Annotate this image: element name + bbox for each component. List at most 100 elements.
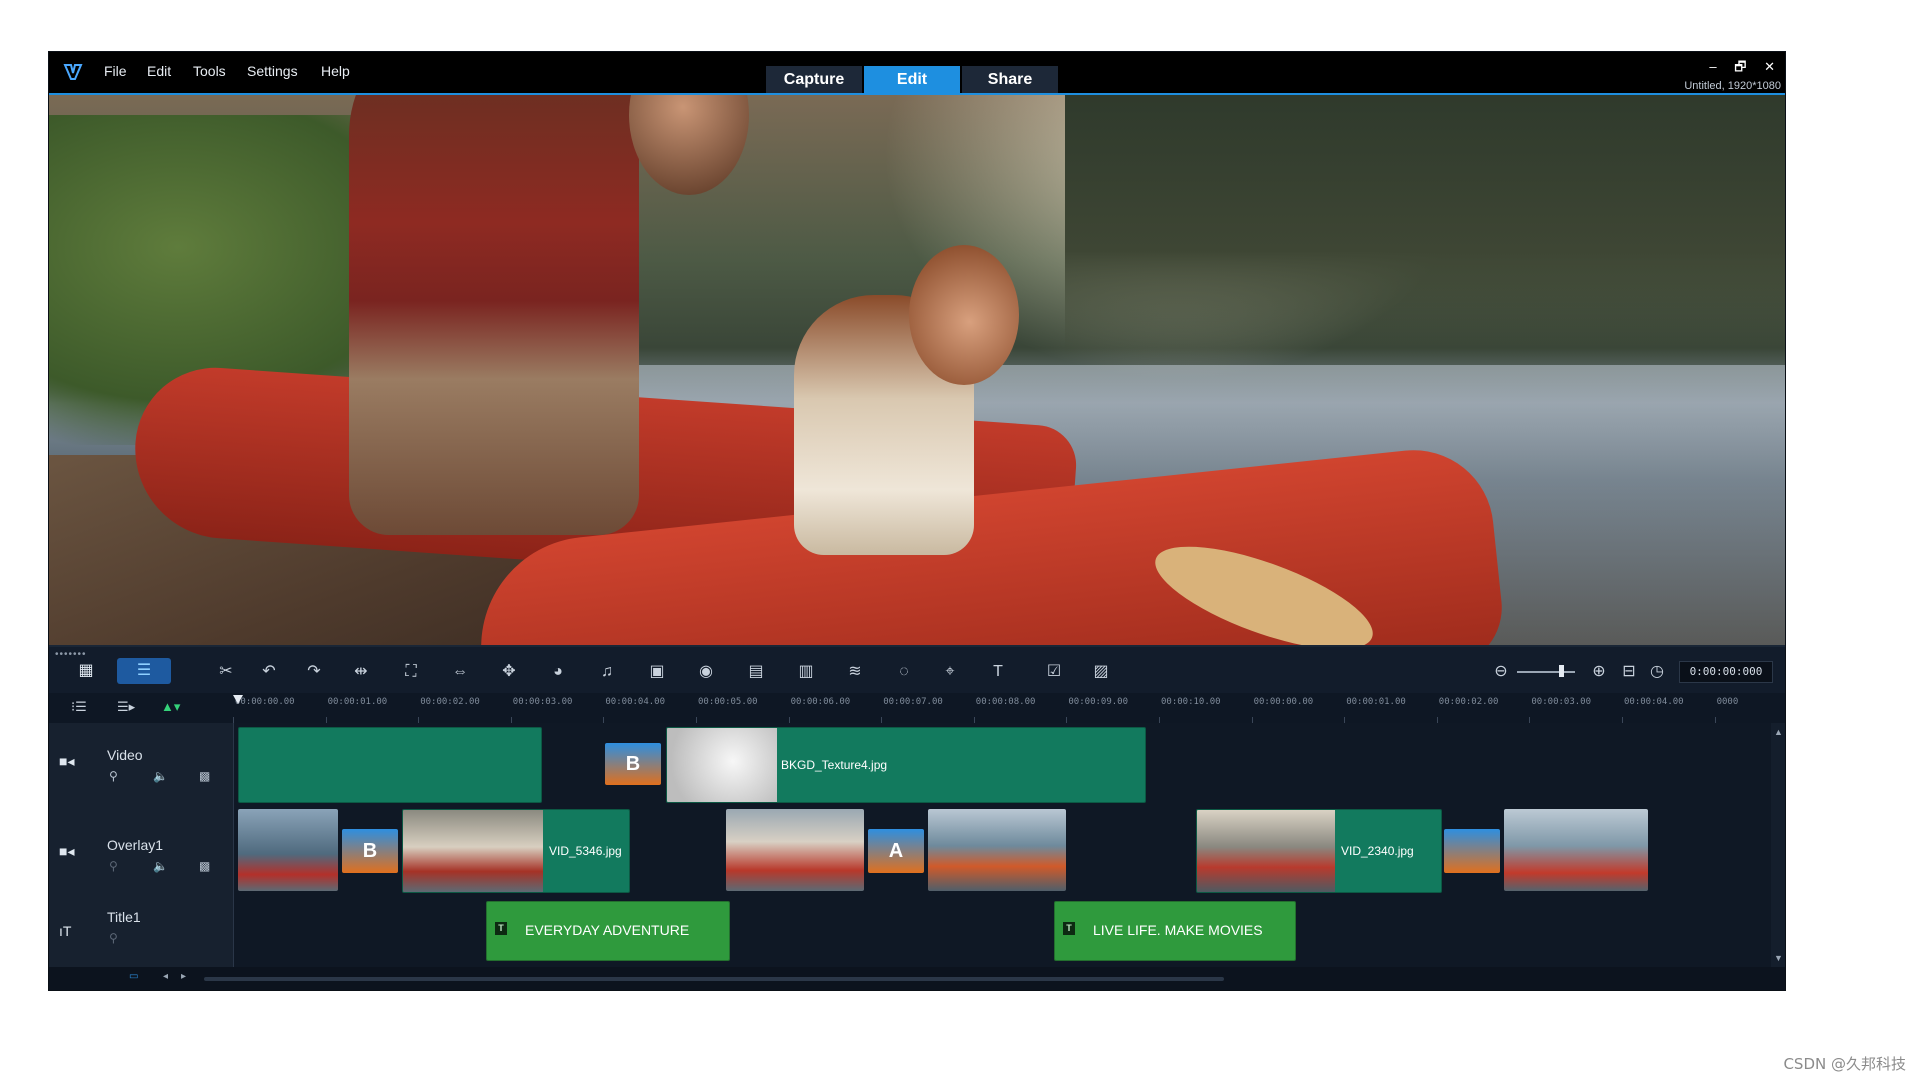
vid2340-thumbnail [1197,810,1335,892]
menu-tools[interactable]: Tools [193,63,226,79]
image-edit-icon[interactable]: ▨ [1089,661,1113,683]
menu-settings[interactable]: Settings [247,63,298,79]
timeline-view-button[interactable]: ☰ [117,658,171,684]
ripple-icon[interactable]: ▩ [199,859,210,873]
overlay-clip-vid2340[interactable]: VID_2340.jpg [1196,809,1442,893]
timecode-display[interactable]: 0:00:00:000 [1679,661,1773,683]
playhead[interactable] [233,695,243,704]
blend-icon[interactable]: ◉ [694,661,718,683]
video-clip-bkgd[interactable]: BKGD_Texture4.jpg [666,727,1146,803]
color-icon[interactable]: ◕ [546,661,570,683]
menu-file[interactable]: File [104,63,127,79]
ruler-tick-label: 00:00:04.00 [605,697,665,707]
minimize-icon[interactable]: – [1709,59,1716,74]
track-manager-icon[interactable]: ⁝☰ [71,699,87,715]
ruler-tick-label: 00:00:07.00 [883,697,943,707]
tab-share[interactable]: Share [962,66,1058,94]
overlay-clip-4[interactable] [1504,809,1648,891]
ruler-tick-label: 00:00:06.00 [790,697,851,707]
track-body-title[interactable]: T EVERYDAY ADVENTURE T LIVE LIFE. MAKE M… [234,897,1771,968]
horizontal-scrollbar[interactable] [204,977,1224,981]
overlay-clip-1[interactable] [238,809,338,891]
transition-orange[interactable] [1444,829,1500,873]
scroll-right-icon[interactable]: ▸ [181,971,186,982]
vertical-scrollbar[interactable]: ▲ ▼ [1771,723,1785,967]
link-icon[interactable]: ⚲ [109,931,118,945]
zoom-in-icon[interactable]: ⊕ [1587,661,1611,683]
overlay-camera-icon[interactable]: ■◂ [59,843,74,860]
ruler-tick-label: 00:00:00.00 [1253,697,1314,707]
track-body-video[interactable]: B BKGD_Texture4.jpg [234,723,1771,806]
title-tool-icon[interactable]: ▤ [744,661,768,683]
menu-help[interactable]: Help [321,63,350,79]
multicam-icon[interactable]: ▣ [645,661,669,683]
title-bar: File Edit Tools Settings Help Capture Ed… [49,52,1785,95]
zoom-fit-icon[interactable]: ▭ [129,971,138,982]
link-icon[interactable]: ⚲ [109,769,118,783]
overlay-clip-3[interactable] [928,809,1066,891]
audio-icon[interactable]: ♫ [595,661,619,683]
title-clip-everyday-adventure[interactable]: T EVERYDAY ADVENTURE [486,901,730,961]
track-name-overlay: Overlay1 [107,837,164,853]
ruler-tick-label: 00:00:01.00 [327,697,388,707]
volume-icon[interactable]: 🔈 [153,859,168,873]
timeline-bottom-bar: ▭ ◂ ▸ [49,967,1785,990]
overlay-clip-vid5346[interactable]: VID_5346.jpg [402,809,630,893]
preview-hill-right [1065,95,1785,355]
track-overlay: ■◂ Overlay1 ⚲ 🔈 ▩ B VID_5346.jpg A VID_2… [49,805,1771,898]
track-body-overlay[interactable]: B VID_5346.jpg A VID_2340.jpg [234,805,1771,898]
restore-icon[interactable]: 🗗 [1734,59,1746,74]
ruler-tick-label: 00:00:09.00 [1068,697,1128,707]
title-clip-live-life[interactable]: T LIVE LIFE. MAKE MOVIES [1054,901,1296,961]
ruler-tick-label: 00:00:04.00 [1624,697,1684,707]
crop-icon[interactable]: ⛶ [399,661,423,683]
overlay-clip-2[interactable] [726,809,864,891]
clip-label-bkgd: BKGD_Texture4.jpg [781,758,888,772]
title-track-icon[interactable]: ıT [59,923,71,939]
video-camera-icon[interactable]: ■◂ [59,753,74,770]
volume-icon[interactable]: 🔈 [153,769,168,783]
transition-b-overlay[interactable]: B [342,829,398,873]
chapter-icon[interactable]: ☰▸ [117,699,135,715]
fit-project-icon[interactable]: ⊟ [1617,661,1641,683]
link-icon[interactable]: ⚲ [109,859,118,873]
timeline-ruler[interactable]: 00:00:00.00 00:00:01.00 00:00:02.00 00:00:0… [233,693,1769,724]
add-marker-icon[interactable]: ▲▾ [161,699,180,715]
close-icon[interactable]: ✕ [1764,59,1775,74]
video-clip-green[interactable] [238,727,542,803]
transition-a[interactable]: A [868,829,924,873]
split-icon[interactable]: ⇔ [448,661,472,683]
timeline-icon: ☰ [136,662,152,679]
zoom-out-icon[interactable]: ⊖ [1489,661,1513,683]
ruler-tick-label: 00:00:03.00 [512,697,573,707]
undo-icon[interactable]: ↶ [257,661,281,683]
motion-icon[interactable]: ≋ [843,661,867,683]
app-logo-icon[interactable] [63,62,83,82]
scroll-up-icon[interactable]: ▲ [1774,727,1783,737]
split-screen-icon[interactable]: ▥ [794,661,818,683]
clip-label-vid5346: VID_5346.jpg [549,844,622,858]
transition-b[interactable]: B [605,743,661,785]
storyboard-view-button[interactable]: ▦ [59,658,113,684]
title-clip-label-1: EVERYDAY ADVENTURE [525,922,690,938]
app-window: File Edit Tools Settings Help Capture Ed… [49,52,1785,990]
ruler-row: ⁝☰ ☰▸ ▲▾ 00:00:00.00 00:00:01.00 00:00:02.… [49,693,1785,724]
scroll-down-icon[interactable]: ▼ [1774,953,1783,963]
tab-edit[interactable]: Edit [864,66,960,94]
move-icon[interactable]: ✥ [497,661,521,683]
mask-icon[interactable]: ◌ [892,661,916,683]
zoom-slider-knob[interactable] [1559,665,1564,677]
tracking-icon[interactable]: ⌖ [938,661,962,683]
menu-edit[interactable]: Edit [147,63,171,79]
ripple-icon[interactable]: ▩ [199,769,210,783]
fit-timeline-icon[interactable]: ⇹ [349,661,373,683]
preview-window[interactable] [49,95,1785,645]
redo-icon[interactable]: ↷ [302,661,326,683]
checklist-icon[interactable]: ☑ [1042,661,1066,683]
zoom-slider[interactable] [1517,671,1575,673]
3d-title-icon[interactable]: T [986,661,1010,683]
tools-icon[interactable]: ✂ [214,661,238,683]
track-header-video: ■◂ Video ⚲ 🔈 ▩ [49,723,234,806]
tab-capture[interactable]: Capture [766,66,862,94]
scroll-left-icon[interactable]: ◂ [163,971,168,982]
